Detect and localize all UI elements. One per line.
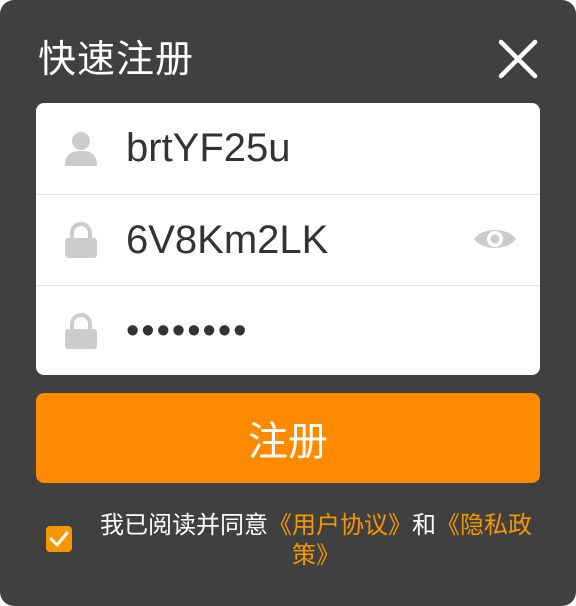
agreement-connector: 和 — [412, 511, 436, 539]
check-icon — [49, 531, 69, 547]
username-input[interactable] — [126, 121, 456, 175]
confirm-password-row — [36, 285, 540, 375]
eye-icon[interactable] — [472, 224, 518, 254]
agreement-text: 我已阅读并同意《用户协议》和《隐私政策》 — [86, 510, 546, 570]
password-row — [36, 194, 540, 285]
register-dialog: 快速注册 brtYF25u 6V8Km2LK •••••••• 注册 我已阅读并… — [0, 0, 576, 606]
agree-checkbox[interactable] — [46, 526, 72, 552]
user-icon — [65, 132, 97, 166]
confirm-password-input[interactable] — [126, 304, 456, 358]
lock-icon — [65, 222, 97, 258]
user-agreement-link[interactable]: 《用户协议》 — [268, 511, 412, 539]
password-input[interactable] — [126, 213, 456, 267]
register-button[interactable]: 注册 — [36, 393, 540, 483]
form-card — [36, 103, 540, 375]
lock-icon — [65, 313, 97, 349]
username-row — [36, 103, 540, 193]
dialog-title: 快速注册 — [38, 37, 195, 81]
agreement-prefix: 我已阅读并同意 — [100, 511, 268, 539]
close-icon[interactable] — [497, 38, 539, 80]
